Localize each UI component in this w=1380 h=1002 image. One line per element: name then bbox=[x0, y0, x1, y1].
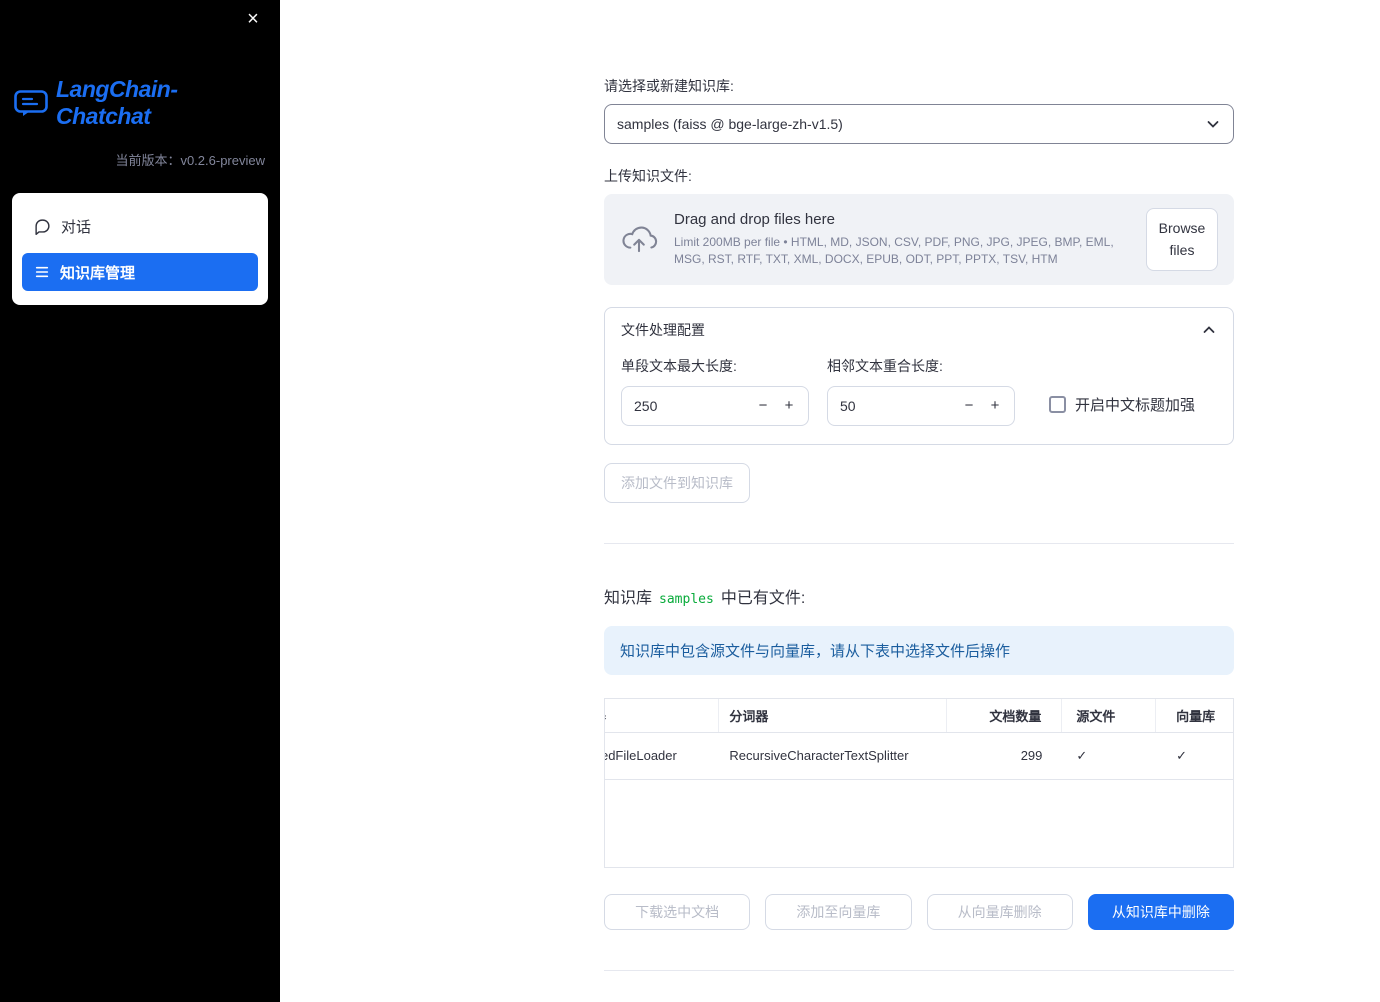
dropzone-title: Drag and drop files here bbox=[674, 210, 835, 228]
plus-button[interactable]: + bbox=[982, 391, 1008, 421]
app-title: LangChain-Chatchat bbox=[56, 76, 178, 129]
version-label: 当前版本：v0.2.6-preview bbox=[115, 153, 265, 168]
chevron-up-icon bbox=[1201, 322, 1217, 338]
col-header-loader[interactable]: 文档加载器 bbox=[605, 698, 720, 732]
checkbox-label: 开启中文标题加强 bbox=[1075, 396, 1196, 414]
checkbox-box-icon[interactable] bbox=[1049, 395, 1066, 413]
upload-label: 上传知识文件: bbox=[604, 168, 692, 184]
divider bbox=[604, 542, 1234, 544]
expander-body: 单段文本最大长度: 250 − + 相邻文本重合长度: 50 − + 开启中文标… bbox=[605, 352, 1233, 444]
sidebar: × LangChain-Chatchat 当前版本：v0.2.6-preview… bbox=[0, 0, 280, 1002]
file-config-expander: 文件处理配置 单段文本最大长度: 250 − + 相邻文本重合长度: 50 − … bbox=[604, 306, 1234, 445]
list-icon bbox=[34, 264, 50, 280]
kb-select-value: samples (faiss @ bge-large-zh-v1.5) bbox=[617, 116, 843, 132]
sidebar-nav: 对话 知识库管理 bbox=[12, 193, 268, 305]
kb-name-code: samples bbox=[659, 591, 714, 607]
file-actions-row: 下载选中文档 添加至向量库 从向量库删除 从知识库中删除 bbox=[604, 893, 1234, 930]
table-row[interactable]: UnstructuredFileLoader RecursiveCharacte… bbox=[605, 733, 1233, 780]
zh-title-enhance-checkbox[interactable]: 开启中文标题加强 bbox=[1049, 394, 1195, 415]
sidebar-item-knowledge-base-label: 知识库管理 bbox=[60, 264, 136, 282]
cell-loader: UnstructuredFileLoader bbox=[605, 748, 677, 764]
kb-files-heading: 知识库 samples 中已有文件: bbox=[604, 584, 1234, 608]
overlap-length-value: 50 bbox=[840, 397, 856, 414]
sidebar-item-chat[interactable]: 对话 bbox=[22, 207, 258, 245]
expander-header[interactable]: 文件处理配置 bbox=[605, 308, 1233, 352]
add-to-vector-store-button[interactable]: 添加至向量库 bbox=[765, 893, 912, 930]
browse-files-button[interactable]: Browse files bbox=[1146, 208, 1218, 271]
minus-button[interactable]: − bbox=[956, 391, 982, 421]
cloud-upload-icon bbox=[620, 224, 658, 254]
overlap-length-stepper[interactable]: 50 − + bbox=[827, 385, 1015, 426]
col-header-splitter[interactable]: 分词器 bbox=[719, 698, 947, 732]
cell-splitter: RecursiveCharacterTextSplitter bbox=[729, 748, 909, 764]
table-header-row: 文档加载器 分词器 文档数量 源文件 向量库 bbox=[605, 698, 1233, 733]
chevron-down-icon bbox=[1205, 116, 1221, 132]
chat-logo-icon bbox=[14, 89, 48, 117]
expander-title: 文件处理配置 bbox=[621, 321, 705, 338]
cell-doc-count: 299 bbox=[1020, 748, 1043, 764]
download-selected-button[interactable]: 下载选中文档 bbox=[604, 893, 751, 930]
kb-select[interactable]: samples (faiss @ bge-large-zh-v1.5) bbox=[604, 104, 1234, 144]
col-header-vector-store[interactable]: 向量库 bbox=[1156, 699, 1233, 732]
kb-files-prefix: 知识库 bbox=[604, 589, 653, 607]
app-logo: LangChain-Chatchat bbox=[12, 76, 268, 130]
main-area: 请选择或新建知识库: samples (faiss @ bge-large-zh… bbox=[280, 0, 1380, 1002]
close-icon[interactable]: × bbox=[238, 4, 268, 34]
add-files-to-kb-button[interactable]: 添加文件到知识库 bbox=[604, 462, 750, 503]
minus-button[interactable]: − bbox=[750, 391, 776, 421]
col-header-doc-count[interactable]: 文档数量 bbox=[947, 698, 1063, 732]
col-header-source-file[interactable]: 源文件 bbox=[1062, 698, 1157, 732]
kb-select-label: 请选择或新建知识库: bbox=[604, 78, 734, 94]
cell-source-check: ✓ bbox=[1076, 747, 1088, 763]
delete-from-kb-button[interactable]: 从知识库中删除 bbox=[1087, 893, 1234, 930]
sidebar-item-knowledge-base[interactable]: 知识库管理 bbox=[22, 253, 258, 291]
kb-files-suffix: 中已有文件: bbox=[720, 589, 806, 607]
dropzone-limits: Limit 200MB per file • HTML, MD, JSON, C… bbox=[674, 234, 1114, 266]
file-dropzone[interactable]: Drag and drop files here Limit 200MB per… bbox=[604, 194, 1234, 285]
overlap-length-label: 相邻文本重合长度: bbox=[827, 357, 943, 374]
divider bbox=[604, 969, 1234, 971]
files-table[interactable]: 文档加载器 分词器 文档数量 源文件 向量库 UnstructuredFileL… bbox=[604, 697, 1234, 868]
sidebar-item-chat-label: 对话 bbox=[61, 218, 92, 236]
plus-button[interactable]: + bbox=[776, 391, 802, 421]
delete-from-vector-store-button[interactable]: 从向量库删除 bbox=[926, 893, 1073, 930]
info-alert: 知识库中包含源文件与向量库，请从下表中选择文件后操作 bbox=[604, 625, 1234, 675]
cell-vector-check: ✓ bbox=[1176, 747, 1188, 763]
chat-bubble-icon bbox=[34, 218, 51, 235]
max-length-value: 250 bbox=[634, 397, 658, 414]
max-length-stepper[interactable]: 250 − + bbox=[621, 385, 809, 426]
max-length-label: 单段文本最大长度: bbox=[621, 357, 737, 374]
